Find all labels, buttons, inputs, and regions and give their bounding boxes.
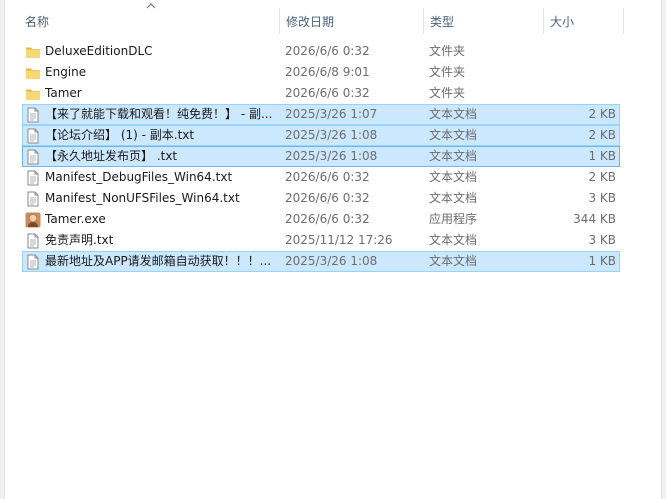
file-modified-date: 2025/11/12 17:26	[285, 233, 393, 247]
file-modified-date: 2026/6/6 0:32	[285, 212, 370, 226]
file-name: 【永久地址发布页】 .txt	[45, 149, 178, 163]
file-modified-date: 2025/3/26 1:08	[285, 149, 378, 163]
file-modified-date: 2025/3/26 1:08	[285, 254, 378, 268]
text-file-icon	[25, 254, 41, 270]
file-row[interactable]: DeluxeEditionDLC 2026/6/6 0:32 文件夹	[22, 41, 620, 62]
file-type: 文件夹	[429, 65, 466, 79]
text-file-icon	[25, 128, 41, 144]
file-type: 文件夹	[429, 86, 466, 100]
column-header-bar: 名称 修改日期 类型 大小	[5, 0, 660, 38]
file-size: 2 KB	[588, 170, 616, 184]
file-size: 2 KB	[588, 107, 616, 121]
app-exe-icon	[25, 212, 41, 228]
file-row[interactable]: 【来了就能下载和观看！纯免费！】 - 副... 2025/3/26 1:07 文本文…	[22, 104, 620, 125]
file-row[interactable]: 最新地址及APP请发邮箱自动获取！！！... 2025/3/26 1:08 文本文档…	[22, 251, 620, 272]
column-header-type[interactable]: 类型	[424, 0, 543, 38]
file-size: 3 KB	[588, 191, 616, 205]
file-row[interactable]: Manifest_DebugFiles_Win64.txt 2026/6/6 0:…	[22, 167, 620, 188]
file-row[interactable]: 【永久地址发布页】 .txt 2025/3/26 1:08 文本文档 1 KB	[22, 146, 620, 167]
column-header-date[interactable]: 修改日期	[280, 0, 423, 38]
file-type: 文件夹	[429, 44, 466, 58]
file-row[interactable]: Manifest_NonUFSFiles_Win64.txt 2026/6/6 0…	[22, 188, 620, 209]
file-type: 文本文档	[429, 149, 478, 163]
text-file-icon	[25, 233, 41, 249]
file-type: 文本文档	[429, 191, 478, 205]
file-name: Manifest_NonUFSFiles_Win64.txt	[45, 191, 240, 205]
file-name: 【论坛介绍】 (1) - 副本.txt	[45, 128, 195, 142]
folder-icon	[25, 65, 41, 81]
file-name: Tamer.exe	[45, 212, 106, 226]
file-type: 应用程序	[429, 212, 478, 226]
file-row[interactable]: Tamer 2026/6/6 0:32 文件夹	[22, 83, 620, 104]
file-row[interactable]: 免责声明.txt 2025/11/12 17:26 文本文档 3 KB	[22, 230, 620, 251]
file-name: 【来了就能下载和观看！纯免费！】 - 副...	[45, 107, 273, 121]
file-name: DeluxeEditionDLC	[45, 44, 153, 58]
file-row[interactable]: Tamer.exe 2026/6/6 0:32 应用程序 344 KB	[22, 209, 620, 230]
file-modified-date: 2025/3/26 1:07	[285, 107, 378, 121]
file-row[interactable]: 【论坛介绍】 (1) - 副本.txt 2025/3/26 1:08 文本文档 2 K…	[22, 125, 620, 146]
column-header-name[interactable]: 名称	[19, 0, 279, 38]
file-size: 1 KB	[588, 149, 616, 163]
file-type: 文本文档	[429, 233, 478, 247]
file-type: 文本文档	[429, 128, 478, 142]
column-header-size[interactable]: 大小	[544, 0, 623, 38]
file-name: Manifest_DebugFiles_Win64.txt	[45, 170, 233, 184]
text-file-icon	[25, 149, 41, 165]
file-size: 3 KB	[588, 233, 616, 247]
file-modified-date: 2026/6/6 0:32	[285, 44, 370, 58]
file-name: 免责声明.txt	[45, 233, 114, 247]
file-modified-date: 2026/6/6 0:32	[285, 86, 370, 100]
window-right-border	[661, 0, 666, 499]
file-name: Tamer	[45, 86, 82, 100]
text-file-icon	[25, 170, 41, 186]
file-type: 文本文档	[429, 170, 478, 184]
file-modified-date: 2025/3/26 1:08	[285, 128, 378, 142]
column-divider[interactable]	[623, 8, 624, 34]
file-list: DeluxeEditionDLC 2026/6/6 0:32 文件夹 Engine 20…	[22, 41, 620, 272]
file-row[interactable]: Engine 2026/6/8 9:01 文件夹	[22, 62, 620, 83]
file-size: 1 KB	[588, 254, 616, 268]
file-name: Engine	[45, 65, 87, 79]
text-file-icon	[25, 107, 41, 123]
file-modified-date: 2026/6/6 0:32	[285, 191, 370, 205]
file-type: 文本文档	[429, 107, 478, 121]
folder-icon	[25, 86, 41, 102]
folder-icon	[25, 44, 41, 60]
text-file-icon	[25, 191, 41, 207]
file-size: 2 KB	[588, 128, 616, 142]
window-left-border	[0, 0, 5, 499]
file-modified-date: 2026/6/8 9:01	[285, 65, 370, 79]
file-name: 最新地址及APP请发邮箱自动获取！！！...	[45, 254, 272, 268]
file-size: 344 KB	[573, 212, 616, 226]
file-type: 文本文档	[429, 254, 478, 268]
file-modified-date: 2026/6/6 0:32	[285, 170, 370, 184]
